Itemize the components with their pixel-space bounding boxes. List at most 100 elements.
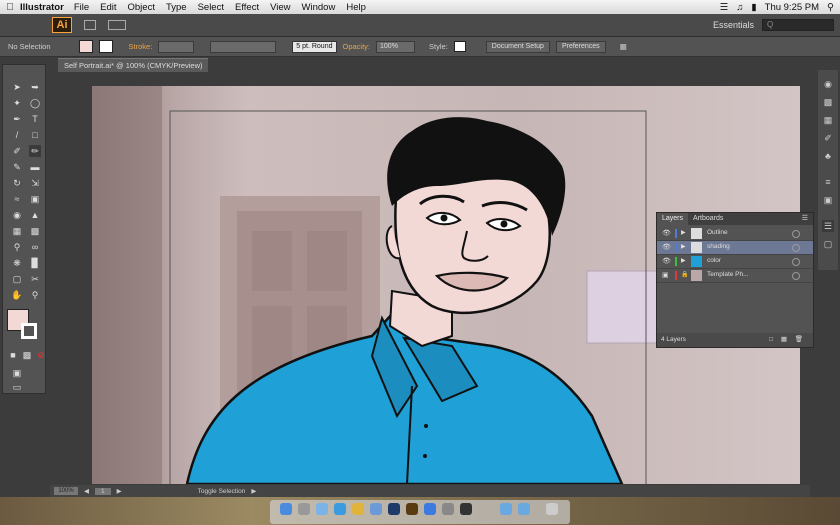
- bridge-icon[interactable]: [84, 20, 96, 30]
- chrome-icon[interactable]: [352, 503, 364, 515]
- downloads-icon[interactable]: [518, 503, 530, 515]
- menu-object[interactable]: Object: [128, 2, 155, 13]
- blend-tool-icon[interactable]: ∞: [29, 241, 41, 253]
- folder-icon[interactable]: [500, 503, 512, 515]
- document-setup-button[interactable]: Document Setup: [485, 40, 550, 53]
- layer-row-color[interactable]: 👁 ▶ color: [657, 255, 813, 269]
- visibility-eye-icon[interactable]: 👁: [662, 257, 671, 265]
- menu-file[interactable]: File: [74, 2, 89, 13]
- blob-brush-icon[interactable]: ✎: [11, 161, 23, 173]
- none-mode-icon[interactable]: ⊘: [35, 349, 47, 361]
- stroke-panel-icon[interactable]: ≡: [822, 176, 834, 188]
- mesh-tool-icon[interactable]: ▦: [11, 225, 23, 237]
- appearance-panel-icon[interactable]: ▣: [822, 194, 834, 206]
- expand-triangle-icon[interactable]: ▶: [681, 243, 686, 250]
- battery-icon[interactable]: ▮: [751, 2, 756, 13]
- scale-tool-icon[interactable]: ⇲: [29, 177, 41, 189]
- preferences-button[interactable]: Preferences: [555, 40, 606, 53]
- preferences-icon[interactable]: [442, 503, 454, 515]
- status-menu-icon[interactable]: ▶: [251, 487, 256, 495]
- layer-name[interactable]: color: [707, 257, 721, 264]
- pencil-tool-icon[interactable]: ✏: [29, 145, 41, 157]
- swatches-panel-icon[interactable]: ▦: [822, 114, 834, 126]
- lock-icon[interactable]: 🔒: [681, 271, 688, 278]
- color-guide-icon[interactable]: ▩: [822, 96, 834, 108]
- menu-view[interactable]: View: [270, 2, 290, 13]
- menu-clock[interactable]: Thu 9:25 PM: [765, 2, 819, 13]
- color-panel-icon[interactable]: ◉: [822, 78, 834, 90]
- free-transform-icon[interactable]: ▣: [29, 193, 41, 205]
- arrange-documents-icon[interactable]: [108, 20, 126, 30]
- visibility-eye-icon[interactable]: 👁: [662, 229, 671, 237]
- delete-layer-icon[interactable]: 🗑: [795, 333, 803, 347]
- layers-panel-icon[interactable]: ☰: [822, 220, 834, 232]
- artboard-number[interactable]: 1: [95, 487, 111, 495]
- layer-name[interactable]: Template Ph...: [707, 271, 749, 278]
- rectangle-tool-icon[interactable]: □: [29, 129, 41, 141]
- new-sublayer-icon[interactable]: ▦: [781, 333, 787, 347]
- screen-mode-icon[interactable]: ▭: [11, 381, 23, 393]
- illustrator-dock-icon[interactable]: [406, 503, 418, 515]
- target-icon[interactable]: [792, 244, 800, 252]
- document-tab[interactable]: Self Portrait.ai* @ 100% (CMYK/Preview): [58, 58, 208, 72]
- layer-row-outline[interactable]: 👁 ▶ Outline: [657, 227, 813, 241]
- launchpad-icon[interactable]: [298, 503, 310, 515]
- slice-tool-icon[interactable]: ✂: [29, 273, 41, 285]
- stroke-color-box[interactable]: [21, 323, 37, 339]
- menu-help[interactable]: Help: [346, 2, 366, 13]
- type-tool-icon[interactable]: T: [29, 113, 41, 125]
- target-icon[interactable]: [792, 258, 800, 266]
- menu-effect[interactable]: Effect: [235, 2, 259, 13]
- symbol-sprayer-icon[interactable]: ❋: [11, 257, 23, 269]
- selection-tool-icon[interactable]: ➤: [11, 81, 23, 93]
- target-icon[interactable]: [792, 230, 800, 238]
- expand-triangle-icon[interactable]: ▶: [681, 257, 686, 264]
- photoshop-icon[interactable]: [388, 503, 400, 515]
- layer-row-shading[interactable]: 👁 ▶ shading: [657, 241, 813, 255]
- symbols-panel-icon[interactable]: ♣: [822, 150, 834, 162]
- opacity-label[interactable]: Opacity:: [343, 42, 371, 51]
- layer-row-template[interactable]: ▣ 🔒 Template Ph...: [657, 269, 813, 283]
- safari-icon[interactable]: [334, 503, 346, 515]
- shape-builder-icon[interactable]: ◉: [11, 209, 23, 221]
- rotate-tool-icon[interactable]: ↻: [11, 177, 23, 189]
- magic-wand-icon[interactable]: ✦: [11, 97, 23, 109]
- lasso-icon[interactable]: ◯: [29, 97, 41, 109]
- target-icon[interactable]: [792, 272, 800, 280]
- artboard-tool-icon[interactable]: ▢: [11, 273, 23, 285]
- artboards-panel-icon[interactable]: ▢: [822, 238, 834, 250]
- app-store-icon[interactable]: [424, 503, 436, 515]
- visibility-eye-icon[interactable]: 👁: [662, 243, 671, 251]
- brushes-panel-icon[interactable]: ✐: [822, 132, 834, 144]
- paintbrush-tool-icon[interactable]: ✐: [11, 145, 23, 157]
- pen-tool-icon[interactable]: ✒: [11, 113, 23, 125]
- zoom-tool-icon[interactable]: ⚲: [29, 289, 41, 301]
- perspective-grid-icon[interactable]: ▲: [29, 209, 41, 221]
- menu-window[interactable]: Window: [302, 2, 336, 13]
- layer-name[interactable]: shading: [707, 243, 730, 250]
- direct-selection-tool-icon[interactable]: ➥: [29, 81, 41, 93]
- stroke-weight-field[interactable]: [158, 40, 195, 53]
- column-graph-icon[interactable]: ▉: [29, 257, 41, 269]
- graphic-style-swatch[interactable]: [453, 41, 466, 52]
- mail-icon[interactable]: [316, 503, 328, 515]
- expand-triangle-icon[interactable]: ▶: [681, 229, 686, 236]
- draw-mode-icon[interactable]: ▣: [11, 367, 23, 379]
- hand-tool-icon[interactable]: ✋: [11, 289, 23, 301]
- volume-icon[interactable]: ♫: [736, 2, 743, 13]
- menu-edit[interactable]: Edit: [100, 2, 116, 13]
- terminal-icon[interactable]: [460, 503, 472, 515]
- stroke-label[interactable]: Stroke:: [129, 42, 153, 51]
- menu-type[interactable]: Type: [166, 2, 187, 13]
- layer-name[interactable]: Outline: [707, 229, 728, 236]
- template-icon[interactable]: ▣: [662, 271, 669, 279]
- menu-app-name[interactable]: Illustrator: [20, 2, 64, 13]
- line-tool-icon[interactable]: /: [11, 129, 23, 141]
- gradient-mode-icon[interactable]: ▩: [21, 349, 33, 361]
- stroke-swatch[interactable]: [98, 40, 113, 53]
- gradient-tool-icon[interactable]: ▩: [29, 225, 41, 237]
- finder-icon[interactable]: [280, 503, 292, 515]
- spotlight-icon[interactable]: ⚲: [827, 2, 834, 13]
- zoom-level[interactable]: 100%: [54, 487, 78, 495]
- menu-select[interactable]: Select: [198, 2, 224, 13]
